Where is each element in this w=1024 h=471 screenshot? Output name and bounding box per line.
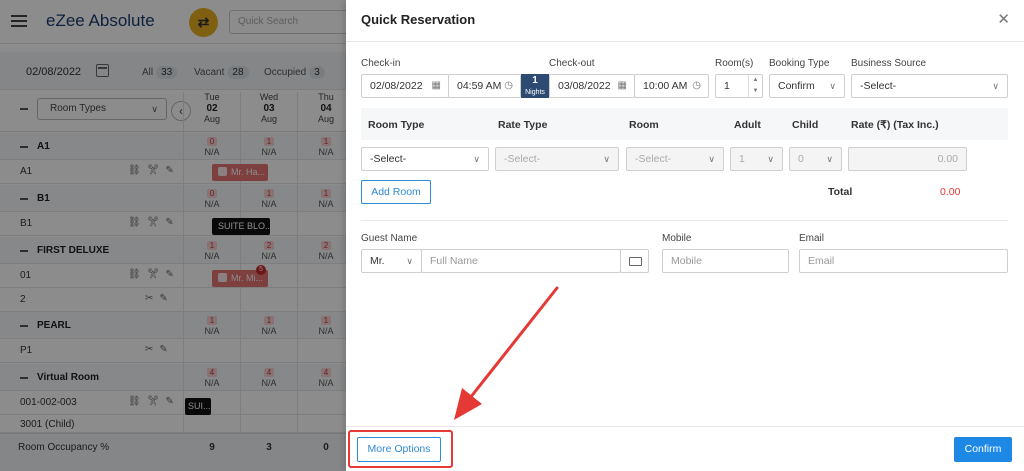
close-icon[interactable]: ✕	[997, 10, 1010, 28]
checkin-time-field[interactable]: 04:59 AM ◷	[448, 74, 521, 98]
child-select[interactable]: 0 ∨	[789, 147, 842, 171]
business-source-select[interactable]: -Select- ∨	[851, 74, 1008, 98]
modal-title: Quick Reservation	[361, 12, 476, 27]
salutation-select[interactable]: Mr. ∨	[361, 249, 422, 273]
clock-icon: ◷	[692, 80, 701, 91]
background-app: eZee Absolute ⇄ Quick Search 02/08/2022 …	[0, 0, 346, 471]
modal-backdrop[interactable]	[0, 0, 346, 471]
mobile-label: Mobile	[662, 233, 692, 244]
booking-type-label: Booking Type	[769, 58, 830, 69]
room-type-select[interactable]: -Select- ∨	[361, 147, 489, 171]
room-select[interactable]: -Select- ∨	[626, 147, 724, 171]
room-table-header: Room Type Rate Type Room Adult Child Rat…	[361, 108, 1008, 140]
annotation-arrow	[454, 286, 559, 420]
checkin-date-field[interactable]: 02/08/2022 ▦	[361, 74, 449, 98]
confirm-button[interactable]: Confirm	[954, 437, 1012, 462]
id-card-icon[interactable]	[620, 249, 649, 273]
total-value: 0.00	[940, 186, 961, 198]
add-room-button[interactable]: Add Room	[361, 180, 431, 204]
checkin-label: Check-in	[361, 58, 401, 69]
chevron-down-icon: ∨	[767, 154, 774, 164]
chevron-down-icon: ∨	[603, 154, 610, 164]
email-input[interactable]: Email	[799, 249, 1008, 273]
chevron-down-icon: ∨	[473, 154, 480, 164]
chevron-up-icon[interactable]: ▲	[749, 75, 762, 86]
guest-name-label: Guest Name	[361, 233, 418, 244]
rooms-label: Room(s)	[715, 58, 754, 69]
nights-badge: 1 Nights	[521, 74, 549, 98]
more-options-button[interactable]: More Options	[357, 437, 441, 462]
calendar-icon: ▦	[617, 80, 627, 91]
clock-icon: ◷	[504, 80, 513, 91]
chevron-down-icon: ∨	[829, 81, 836, 91]
checkout-label: Check-out	[549, 58, 595, 69]
rate-type-select[interactable]: -Select- ∨	[495, 147, 619, 171]
full-name-input[interactable]: Full Name	[421, 249, 621, 273]
rate-field[interactable]: 0.00	[848, 147, 967, 171]
chevron-down-icon: ∨	[708, 154, 715, 164]
checkout-time-field[interactable]: 10:00 AM ◷	[634, 74, 709, 98]
total-label: Total	[828, 186, 853, 198]
mobile-input[interactable]: Mobile	[662, 249, 789, 273]
checkout-date-field[interactable]: 03/08/2022 ▦	[549, 74, 635, 98]
chevron-down-icon: ∨	[992, 81, 999, 91]
email-label: Email	[799, 233, 825, 244]
calendar-icon: ▦	[431, 80, 441, 91]
adult-select[interactable]: 1 ∨	[730, 147, 783, 171]
chevron-down-icon[interactable]: ▼	[749, 86, 762, 97]
rooms-stepper[interactable]: 1 ▲ ▼	[715, 74, 763, 98]
business-source-label: Business Source	[851, 58, 927, 69]
chevron-down-icon: ∨	[406, 256, 413, 266]
chevron-down-icon: ∨	[826, 154, 833, 164]
booking-type-select[interactable]: Confirm ∨	[769, 74, 845, 98]
